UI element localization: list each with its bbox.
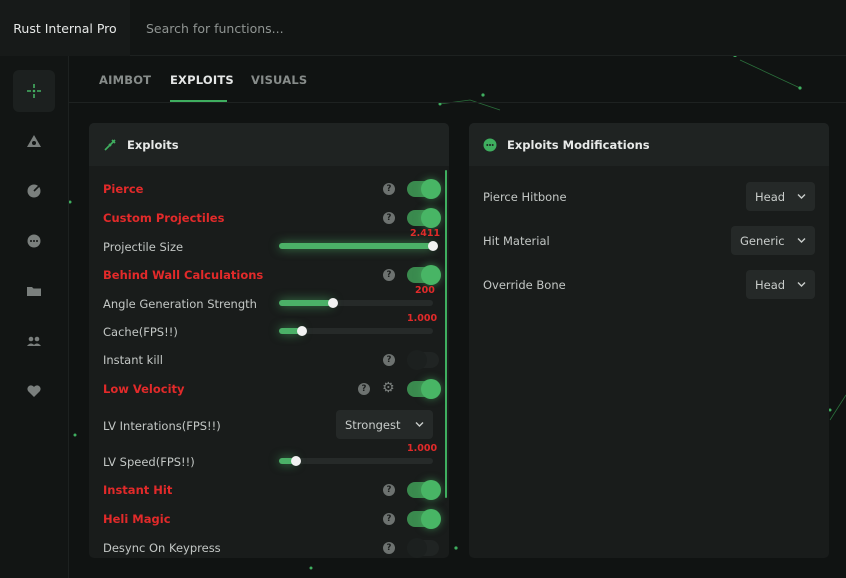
override-bone-dropdown[interactable]: Head: [746, 270, 815, 299]
lv-iterations-dropdown[interactable]: Strongest: [336, 410, 433, 439]
hit-material-dropdown[interactable]: Generic: [731, 226, 815, 255]
toggle-knob: [421, 480, 441, 500]
cache-label: Cache(FPS!!): [103, 325, 178, 339]
lv-iterations-label: LV Interations(FPS!!): [103, 419, 221, 433]
tab-exploits[interactable]: EXPLOITS: [170, 73, 234, 87]
heart-icon: [27, 385, 41, 397]
chevron-down-icon: [797, 194, 806, 199]
toggle-knob: [421, 208, 441, 228]
slider-fill: [279, 243, 433, 249]
projectile-size-label: Projectile Size: [103, 240, 184, 254]
slider-thumb[interactable]: [327, 298, 338, 308]
override-bone-label: Override Bone: [483, 278, 566, 292]
help-icon[interactable]: ?: [383, 513, 395, 525]
chevron-down-icon: [415, 422, 424, 427]
pierce-label: Pierce: [103, 182, 144, 196]
sidebar-item-configs[interactable]: [13, 270, 55, 312]
toggle-knob: [421, 265, 441, 285]
slider-thumb[interactable]: [290, 456, 301, 466]
sidebar-item-radar[interactable]: [13, 170, 55, 212]
exploits-panel: Exploits Pierce ? Custom Projectiles ? P…: [89, 123, 449, 558]
pierce-toggle[interactable]: [407, 179, 441, 199]
dropdown-value: Head: [755, 189, 786, 204]
eye-triangle-icon: [27, 135, 41, 147]
radar-icon: [27, 184, 41, 198]
chevron-down-icon: [797, 238, 806, 243]
slider-thumb[interactable]: [297, 326, 308, 336]
help-icon[interactable]: ?: [358, 383, 370, 395]
chat-dots-icon: [483, 138, 497, 151]
users-icon: [27, 336, 41, 346]
slider-thumb[interactable]: [428, 241, 438, 251]
toggle-knob: [421, 179, 441, 199]
app-title: Rust Internal Pro: [0, 0, 130, 56]
search-input[interactable]: [146, 0, 406, 56]
instant-kill-toggle[interactable]: [407, 350, 439, 370]
desync-label: Desync On Keypress: [103, 541, 221, 555]
tab-aimbot[interactable]: AIMBOT: [99, 73, 151, 87]
low-velocity-toggle[interactable]: [407, 379, 441, 399]
custom-projectiles-toggle[interactable]: [407, 208, 441, 228]
lv-speed-label: LV Speed(FPS!!): [103, 455, 195, 469]
custom-projectiles-label: Custom Projectiles: [103, 211, 225, 225]
modifications-panel-header: Exploits Modifications: [469, 123, 829, 166]
pierce-hitbone-dropdown[interactable]: Head: [746, 182, 815, 211]
top-bar: Rust Internal Pro: [0, 0, 846, 56]
cache-slider[interactable]: [279, 326, 433, 336]
slider-fill: [279, 300, 333, 306]
dropdown-value: Generic: [740, 233, 785, 248]
angle-strength-value: 200: [415, 285, 435, 296]
lv-speed-slider[interactable]: [279, 456, 433, 466]
sidebar-item-aim[interactable]: [13, 70, 55, 112]
exploits-panel-header: Exploits: [89, 123, 449, 166]
tab-bar: AIMBOT EXPLOITS VISUALS: [69, 56, 846, 103]
help-icon[interactable]: ?: [383, 183, 395, 195]
chat-dots-icon: [27, 234, 41, 248]
modifications-panel-title: Exploits Modifications: [507, 137, 650, 152]
heli-magic-label: Heli Magic: [103, 512, 171, 526]
tab-visuals[interactable]: VISUALS: [251, 73, 307, 87]
desync-toggle[interactable]: [407, 538, 439, 558]
dropdown-value: Head: [755, 277, 786, 292]
exploits-panel-title: Exploits: [127, 137, 179, 152]
crosshair-icon: [27, 84, 41, 98]
toggle-knob: [421, 379, 441, 399]
sidebar-item-visuals[interactable]: [13, 120, 55, 162]
help-icon[interactable]: ?: [383, 269, 395, 281]
help-icon[interactable]: ?: [383, 354, 395, 366]
low-velocity-label: Low Velocity: [103, 382, 185, 396]
instant-hit-toggle[interactable]: [407, 480, 441, 500]
pierce-hitbone-label: Pierce Hitbone: [483, 190, 567, 204]
sidebar-item-players[interactable]: [13, 320, 55, 362]
gear-icon[interactable]: ⚙: [382, 381, 395, 395]
behind-wall-toggle[interactable]: [407, 265, 441, 285]
toggle-knob: [407, 350, 427, 370]
behind-wall-label: Behind Wall Calculations: [103, 268, 264, 282]
angle-strength-slider[interactable]: [279, 298, 433, 308]
syringe-icon: [104, 138, 116, 151]
active-tab-indicator: [170, 100, 227, 102]
instant-kill-label: Instant kill: [103, 353, 163, 367]
cache-value: 1.000: [407, 313, 438, 324]
projectile-size-value: 2.411: [410, 228, 441, 239]
sidebar: [0, 56, 69, 578]
exploits-scrollbar[interactable]: [445, 170, 447, 498]
help-icon[interactable]: ?: [383, 212, 395, 224]
heli-magic-toggle[interactable]: [407, 509, 441, 529]
chevron-down-icon: [797, 282, 806, 287]
lv-speed-value: 1.000: [407, 443, 438, 454]
folder-icon: [27, 287, 41, 296]
dropdown-value: Strongest: [345, 417, 401, 432]
angle-strength-label: Angle Generation Strength: [103, 297, 257, 311]
sidebar-item-misc[interactable]: [13, 220, 55, 262]
hit-material-label: Hit Material: [483, 234, 550, 248]
toggle-knob: [421, 509, 441, 529]
help-icon[interactable]: ?: [383, 542, 395, 554]
modifications-panel: Exploits Modifications Pierce Hitbone He…: [469, 123, 829, 558]
help-icon[interactable]: ?: [383, 484, 395, 496]
sidebar-item-favorites[interactable]: [13, 370, 55, 412]
instant-hit-label: Instant Hit: [103, 483, 173, 497]
projectile-size-slider[interactable]: [279, 241, 438, 251]
toggle-knob: [407, 538, 427, 558]
